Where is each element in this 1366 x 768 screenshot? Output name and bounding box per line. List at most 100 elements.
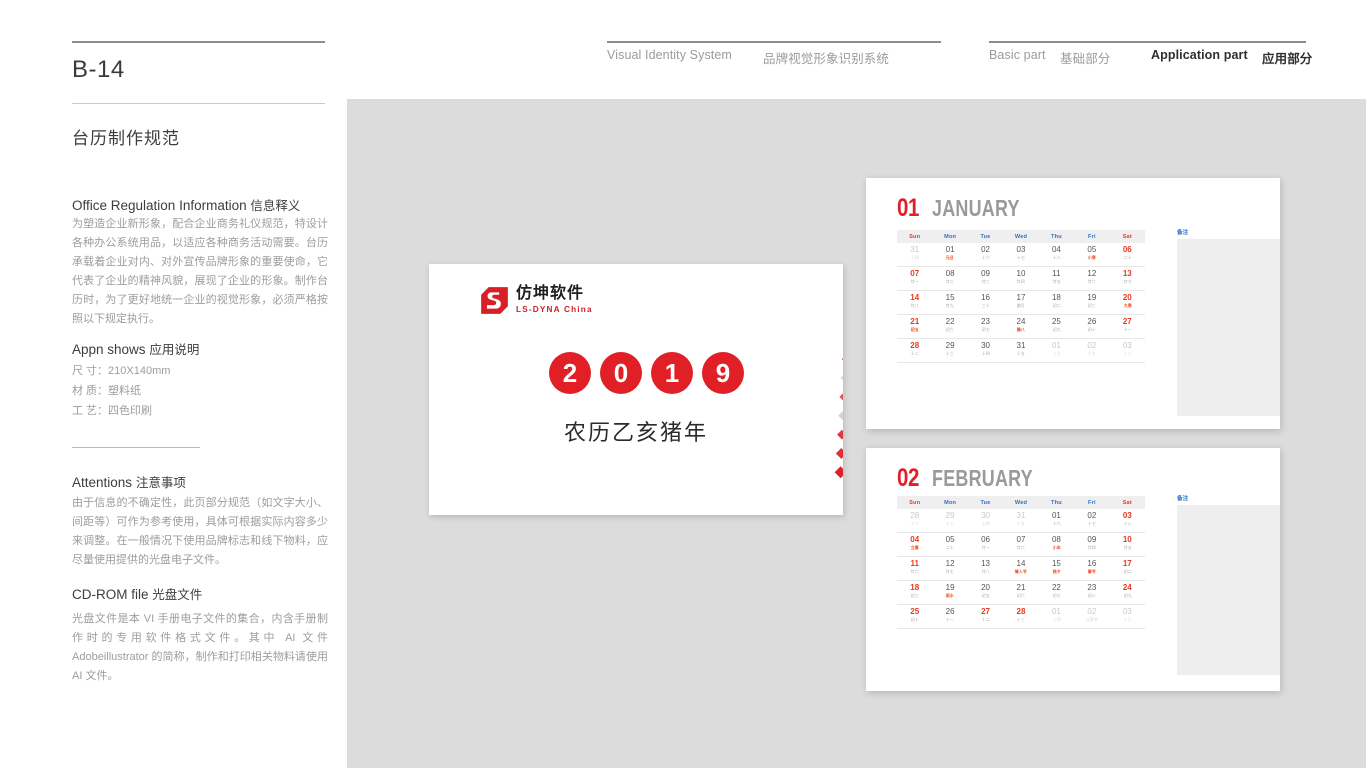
day-lunar-label: 十六: [1052, 521, 1061, 526]
calendar-day-cell[interactable]: 22 初六: [932, 315, 967, 338]
calendar-day-cell[interactable]: 01 十六: [1039, 509, 1074, 532]
calendar-day-cell[interactable]: 23 初八: [1074, 581, 1109, 604]
calendar-day-cell[interactable]: 01 十四: [1039, 605, 1074, 628]
calendar-day-cell[interactable]: 31 十五: [1003, 509, 1038, 532]
calendar-day-cell[interactable]: 03 十七: [1003, 243, 1038, 266]
calendar-day-cell[interactable]: 03 十八: [1110, 509, 1145, 532]
notes-box-february[interactable]: [1177, 505, 1280, 675]
calendar-day-cell[interactable]: 21 初五: [897, 315, 932, 338]
calendar-day-cell[interactable]: 06 二十: [1110, 243, 1145, 266]
header-basic-part-cn[interactable]: 基础部分: [1060, 48, 1110, 67]
calendar-day-cell[interactable]: 16 春节: [1074, 557, 1109, 580]
calendar-day-cell[interactable]: 26 初十: [1074, 315, 1109, 338]
calendar-day-cell[interactable]: 28 十二: [897, 509, 932, 532]
calendar-day-cell[interactable]: 28 十二: [897, 339, 932, 362]
calendar-day-cell[interactable]: 07 廿二: [1003, 533, 1038, 556]
calendar-day-cell[interactable]: 02 十七: [1074, 509, 1109, 532]
calendar-day-cell[interactable]: 29 十三: [932, 509, 967, 532]
day-number: 02: [1087, 510, 1097, 520]
calendar-day-cell[interactable]: 31 十四: [897, 243, 932, 266]
calendar-day-cell[interactable]: 05 二十: [932, 533, 967, 556]
calendar-day-cell[interactable]: 02 十六: [968, 243, 1003, 266]
calendar-day-cell[interactable]: 30 十四: [968, 509, 1003, 532]
calendar-day-cell[interactable]: 11 廿六: [897, 557, 932, 580]
header-application-part-en[interactable]: Application part: [1151, 48, 1248, 62]
calendar-day-cell[interactable]: 09 廿三: [968, 267, 1003, 290]
calendar-day-cell[interactable]: 14 情人节: [1003, 557, 1038, 580]
calendar-day-cell[interactable]: 15 廿九: [932, 291, 967, 314]
calendar-day-cell[interactable]: 29 十三: [932, 339, 967, 362]
calendar-day-cell[interactable]: 24 腊八: [1003, 315, 1038, 338]
calendar-day-cell[interactable]: 05 小寒: [1074, 243, 1109, 266]
calendar-day-cell[interactable]: 26 十一: [932, 605, 967, 628]
day-number: 03: [1122, 510, 1132, 520]
calendar-day-cell[interactable]: 14 廿八: [897, 291, 932, 314]
day-lunar-label: 十七: [1087, 521, 1096, 526]
calendar-day-cell[interactable]: 02 元宵节: [1074, 605, 1109, 628]
calendar-day-cell[interactable]: 12 廿六: [1074, 267, 1109, 290]
weekday-header-row-january: Sun Mon Tue Wed Thu Fri Sat: [897, 230, 1145, 243]
calendar-day-cell[interactable]: 25 初十: [897, 605, 932, 628]
calendar-day-cell[interactable]: 25 初九: [1039, 315, 1074, 338]
month-name-january: JANUARY: [931, 195, 1020, 221]
calendar-day-cell[interactable]: 03 十六: [1110, 605, 1145, 628]
calendar-day-cell[interactable]: 21 初六: [1003, 581, 1038, 604]
calendar-week-row: 25 初十 26 十一 27 十二 28 十三 01 十四 02 元宵节 03 十六: [897, 605, 1145, 629]
calendar-day-cell[interactable]: 22 初七: [1039, 581, 1074, 604]
calendar-day-cell[interactable]: 27 十二: [968, 605, 1003, 628]
calendar-day-cell[interactable]: 30 十四: [968, 339, 1003, 362]
calendar-day-cell[interactable]: 19 雨水: [932, 581, 967, 604]
calendar-day-cell[interactable]: 20 初五: [968, 581, 1003, 604]
calendar-day-cell[interactable]: 12 廿七: [932, 557, 967, 580]
calendar-day-cell[interactable]: 18 初二: [1039, 291, 1074, 314]
calendar-day-cell[interactable]: 10 廿四: [1003, 267, 1038, 290]
calendar-day-cell[interactable]: 27 十一: [1110, 315, 1145, 338]
calendar-day-cell[interactable]: 17 初二: [1110, 557, 1145, 580]
day-number: 03: [1122, 340, 1132, 350]
calendar-day-cell[interactable]: 13 廿八: [968, 557, 1003, 580]
calendar-day-cell[interactable]: 04 十八: [1039, 243, 1074, 266]
calendar-day-cell[interactable]: 04 立春: [897, 533, 932, 556]
calendar-day-cell[interactable]: 10 廿五: [1110, 533, 1145, 556]
calendar-day-cell[interactable]: 16 三十: [968, 291, 1003, 314]
day-lunar-label: 十七: [1017, 255, 1025, 260]
calendar-card-february[interactable]: 02 FEBRUARY Sun Mon Tue Wed Thu Fri Sat 28 十二 29…: [866, 448, 1280, 691]
day-lunar-label: 十二: [910, 351, 919, 356]
day-number: 02: [981, 244, 991, 254]
weekday-header-fri: Fri: [1087, 233, 1096, 240]
calendar-day-cell[interactable]: 08 小年: [1039, 533, 1074, 556]
calendar-day-cell[interactable]: 06 廿一: [968, 533, 1003, 556]
calendar-card-january[interactable]: 01 JANUARY Sun Mon Tue Wed Thu Fri Sat 31 十四 01 元…: [866, 178, 1280, 429]
calendar-day-cell[interactable]: 20 大寒: [1110, 291, 1145, 314]
year-badges: 2 0 1 9: [549, 352, 744, 394]
calendar-day-cell[interactable]: 03 十八: [1110, 339, 1145, 362]
day-lunar-label: 十四: [981, 521, 990, 526]
day-lunar-label: 初三: [910, 593, 919, 598]
calendar-day-cell[interactable]: 31 十五: [1003, 339, 1038, 362]
calendar-day-cell[interactable]: 23 初七: [968, 315, 1003, 338]
calendar-day-cell[interactable]: 19 初三: [1074, 291, 1109, 314]
calendar-cover-card[interactable]: 仿坤软件 LS-DYNA China 2 0 1 9 农历乙亥猪年: [429, 264, 843, 515]
notes-box-january[interactable]: [1177, 239, 1280, 416]
calendar-day-cell[interactable]: 11 廿五: [1039, 267, 1074, 290]
calendar-day-cell[interactable]: 01 元旦: [932, 243, 967, 266]
day-lunar-label: 廿八: [910, 303, 919, 308]
calendar-day-cell[interactable]: 17 腊月: [1003, 291, 1038, 314]
calendar-day-cell[interactable]: 01 十六: [1039, 339, 1074, 362]
calendar-day-cell[interactable]: 02 十七: [1074, 339, 1109, 362]
calendar-day-cell[interactable]: 18 初三: [897, 581, 932, 604]
header-basic-part-en[interactable]: Basic part: [989, 48, 1046, 62]
calendar-day-cell[interactable]: 08 廿二: [932, 267, 967, 290]
calendar-day-cell[interactable]: 15 除夕: [1039, 557, 1074, 580]
calendar-day-cell[interactable]: 24 初九: [1110, 581, 1145, 604]
calendar-day-cell[interactable]: 28 十三: [1003, 605, 1038, 628]
calendar-day-cell[interactable]: 07 廿一: [897, 267, 932, 290]
day-number: 15: [1051, 558, 1061, 568]
calendar-day-cell[interactable]: 13 廿七: [1110, 267, 1145, 290]
day-number: 11: [1052, 268, 1061, 278]
day-lunar-label: 廿四: [1087, 545, 1096, 550]
calendar-day-cell[interactable]: 09 廿四: [1074, 533, 1109, 556]
day-lunar-label: 十一: [1123, 327, 1132, 332]
header-application-part-cn[interactable]: 应用部分: [1262, 48, 1312, 67]
day-number: 23: [1087, 582, 1097, 592]
